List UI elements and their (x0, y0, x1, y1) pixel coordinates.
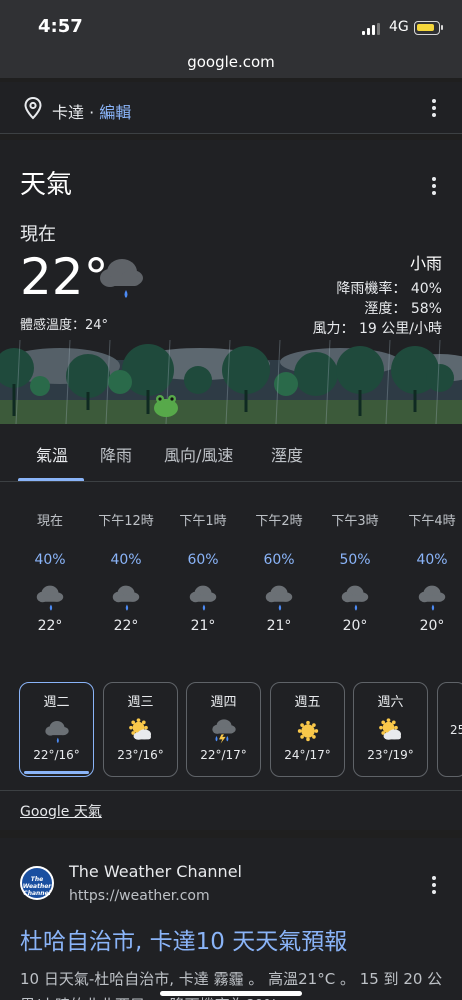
hour-temp: 22° (37, 618, 63, 634)
url-bar[interactable]: google.com (0, 48, 462, 78)
day-range: 22°/16° (33, 748, 80, 762)
thunderstorm-icon (211, 719, 236, 744)
status-bar: 4:57 4G (0, 0, 462, 48)
google-weather-link[interactable]: Google 天氣 (20, 801, 102, 821)
day-name: 週二 (43, 695, 70, 710)
day-name: 週五 (294, 695, 321, 710)
hourly-item[interactable]: 下午1時 60% 21° (168, 510, 238, 634)
hourly-item[interactable]: 下午12時 40% 22° (91, 510, 161, 634)
tab-wind[interactable]: 風向/風速 (164, 442, 233, 466)
rain-cloud-icon (112, 585, 140, 611)
rain-cloud-icon (44, 721, 69, 744)
hour-time: 下午1時 (179, 514, 227, 529)
hour-precip: 40% (34, 552, 66, 568)
hourly-item[interactable]: 下午4時 40% 20° (397, 510, 462, 634)
hour-temp: 20° (419, 618, 445, 634)
weather-channel-logo: The Weather Channel (20, 866, 54, 900)
tab-temperature[interactable]: 氣溫 (36, 442, 68, 466)
day-range: 22°/17° (200, 748, 247, 762)
search-result: The Weather Channel The Weather Channel ht… (0, 838, 462, 1000)
rain-cloud-icon (418, 585, 446, 611)
location-separator: · (84, 103, 100, 122)
location-label: 卡達 · 編輯 (52, 99, 131, 123)
location-pin-icon (24, 96, 42, 120)
status-time: 4:57 (38, 16, 83, 37)
location-name: 卡達 (52, 103, 85, 122)
hour-time: 下午4時 (408, 514, 456, 529)
day-range: 25 (450, 723, 462, 737)
hour-precip: 40% (110, 552, 142, 568)
hour-precip: 50% (339, 552, 371, 568)
tab-precipitation[interactable]: 降雨 (100, 442, 132, 466)
hour-time: 現在 (36, 514, 63, 529)
hourly-item[interactable]: 下午3時 50% 20° (320, 510, 390, 634)
daily-item[interactable]: 週二 22°/16° (19, 682, 94, 777)
hour-time: 下午2時 (255, 514, 303, 529)
home-indicator (160, 991, 302, 996)
partly-sunny-icon (128, 718, 151, 740)
now-label: 現在 (20, 224, 56, 245)
feels-like: 體感溫度：24° (20, 318, 109, 333)
selected-day-indicator (24, 771, 89, 774)
hourly-item[interactable]: 下午2時 60% 21° (244, 510, 314, 634)
humidity: 溼度： 58% (364, 301, 442, 317)
signal-icon (362, 23, 382, 35)
hour-temp: 22° (113, 618, 139, 634)
condition-label: 小雨 (409, 254, 442, 273)
day-range: 24°/17° (284, 748, 331, 762)
day-name: 週六 (377, 695, 404, 710)
day-range: 23°/16° (117, 748, 164, 762)
hour-precip: 40% (416, 552, 448, 568)
daily-item[interactable]: 25 (437, 682, 462, 777)
result-more-options-icon[interactable] (431, 876, 437, 894)
weather-more-options-icon[interactable] (431, 177, 437, 195)
weather-card: 天氣 現在 22° 體感溫度：24° 小雨 降雨機率： 40% 溼度： 58% … (0, 140, 462, 830)
edit-location-link[interactable]: 編輯 (99, 103, 131, 122)
tab-humidity[interactable]: 溼度 (271, 442, 303, 466)
daily-item[interactable]: 週三 23°/16° (103, 682, 178, 777)
site-name: The Weather Channel (69, 862, 242, 881)
location-row: 卡達 · 編輯 (0, 82, 462, 134)
weather-title: 天氣 (20, 170, 73, 200)
precip-chance: 降雨機率： 40% (336, 281, 442, 297)
rain-cloud-icon (100, 259, 143, 298)
network-label: 4G (389, 19, 409, 35)
hour-temp: 21° (266, 618, 292, 634)
hour-precip: 60% (263, 552, 295, 568)
divider (0, 790, 462, 791)
daily-item[interactable]: 週四 22°/17° (186, 682, 261, 777)
weather-scene-illustration (0, 340, 462, 424)
hour-time: 下午3時 (331, 514, 379, 529)
url-text: google.com (187, 53, 275, 71)
rain-cloud-icon (341, 585, 369, 611)
day-name: 週三 (127, 695, 154, 710)
rain-cloud-icon (265, 585, 293, 611)
sunny-icon (297, 720, 318, 742)
site-url: https://weather.com (69, 888, 210, 904)
hour-time: 下午12時 (98, 514, 154, 529)
result-title-link[interactable]: 杜哈自治市, 卡達10 天天氣預報 (20, 922, 347, 956)
hourly-item[interactable]: 現在 40% 22° (15, 510, 85, 634)
daily-item[interactable]: 週五 24°/17° (270, 682, 345, 777)
hour-temp: 20° (342, 618, 368, 634)
hour-temp: 21° (190, 618, 216, 634)
active-tab-indicator (18, 478, 84, 481)
weather-tabs: 氣溫 降雨 風向/風速 溼度 (0, 424, 462, 482)
hour-precip: 60% (187, 552, 219, 568)
rain-cloud-icon (36, 585, 64, 611)
battery-icon (414, 21, 443, 35)
day-range: 23°/19° (367, 748, 414, 762)
wind-speed: 風力： 19 公里/小時 (312, 321, 442, 337)
partly-sunny-icon (378, 718, 401, 740)
rain-cloud-icon (189, 585, 217, 611)
more-options-icon[interactable] (431, 99, 437, 117)
day-name: 週四 (210, 695, 237, 710)
daily-item[interactable]: 週六 23°/19° (353, 682, 428, 777)
